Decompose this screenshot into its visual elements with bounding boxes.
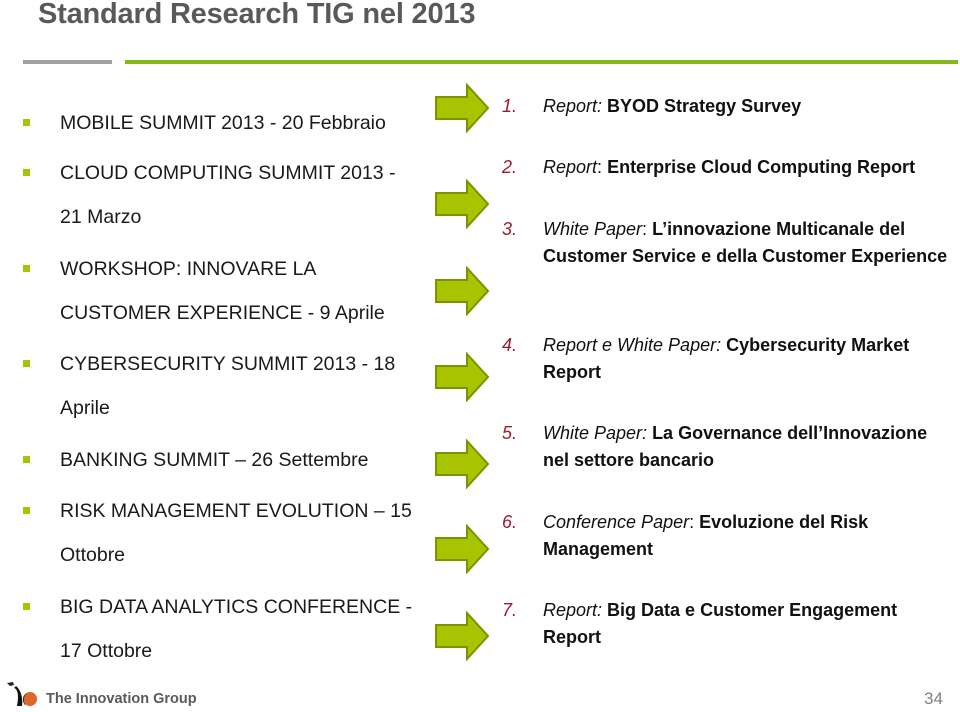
- event-text: CLOUD COMPUTING SUMMIT 2013 -21 Marzo: [60, 162, 396, 228]
- page-number: 34: [924, 689, 943, 708]
- report-kind: Report:: [543, 96, 603, 116]
- report-name: Enterprise Cloud Computing Report: [607, 157, 916, 177]
- right-arrow-icon: [435, 179, 490, 229]
- bullet-icon: [23, 456, 30, 463]
- event-text: RISK MANAGEMENT EVOLUTION – 15 Ottobre: [60, 500, 412, 566]
- report-number: 7.: [502, 600, 518, 620]
- report-name: BYOD Strategy Survey: [607, 96, 802, 116]
- right-arrow-icon: [435, 83, 490, 133]
- event-text: BIG DATA ANALYTICS CONFERENCE -17 Ottobr…: [60, 596, 413, 662]
- bullet-icon: [23, 119, 30, 126]
- report-number: 1.: [502, 96, 518, 116]
- report-kind: White Paper:: [543, 423, 648, 443]
- report-kind: White Paper: [543, 219, 643, 239]
- report-kind: Report e White Paper:: [543, 335, 722, 355]
- report-kind: Report:: [543, 600, 603, 620]
- report-number: 5.: [502, 423, 518, 443]
- company-logo-icon: [7, 682, 37, 706]
- right-arrow-icon: [435, 352, 490, 402]
- right-arrow-icon: [435, 611, 490, 661]
- event-text: MOBILE SUMMIT 2013 - 20 Febbraio: [60, 112, 386, 134]
- report-kind: Conference Paper: [543, 512, 690, 532]
- bullet-icon: [23, 169, 30, 176]
- event-text: BANKING SUMMIT – 26 Settembre: [60, 449, 369, 471]
- report-kind: Report: [543, 157, 598, 177]
- bullet-icon: [23, 603, 30, 610]
- right-arrow-icon: [435, 524, 490, 574]
- report-number: 6.: [502, 512, 518, 532]
- right-arrow-icon: [435, 439, 490, 489]
- event-text: WORKSHOP: INNOVARE LA CUSTOMER EXPERIENCE…: [60, 258, 385, 324]
- report-number: 3.: [502, 219, 518, 239]
- title-underline-gray: [23, 60, 112, 64]
- event-text: CYBERSECURITY SUMMIT 2013 - 18 Aprile: [60, 353, 396, 419]
- report-number: 4.: [502, 335, 518, 355]
- title-underline-green: [125, 60, 958, 64]
- report-number: 2.: [502, 157, 518, 177]
- slide-title: Standard Research TIG nel 2013: [38, 0, 476, 30]
- bullet-icon: [23, 265, 30, 272]
- company-name: The Innovation Group: [46, 691, 197, 707]
- right-arrow-icon: [435, 266, 490, 316]
- bullet-icon: [23, 360, 30, 367]
- bullet-icon: [23, 507, 30, 514]
